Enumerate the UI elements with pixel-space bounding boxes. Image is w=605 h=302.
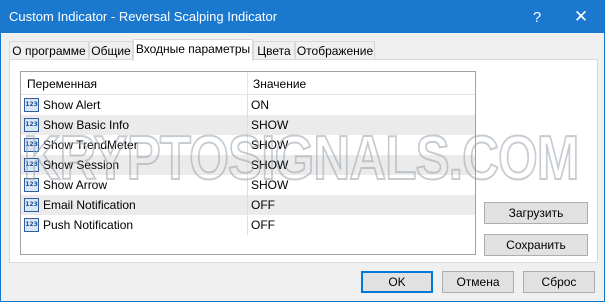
parameter-name: Push Notification <box>43 218 134 232</box>
numeric-parameter-icon: 123 <box>24 118 39 132</box>
column-header-value[interactable]: Значение <box>253 77 306 91</box>
table-row[interactable]: 123 Email Notification OFF <box>21 195 475 215</box>
column-divider[interactable] <box>247 72 248 95</box>
cancel-button[interactable]: Отмена <box>442 271 514 293</box>
row-divider <box>247 175 248 195</box>
tab-colors[interactable]: Цвета <box>253 41 295 60</box>
title-bar[interactable]: Custom Indicator - Reversal Scalping Ind… <box>1 1 604 33</box>
parameter-name: Show Alert <box>43 98 101 112</box>
dialog-window: Custom Indicator - Reversal Scalping Ind… <box>0 0 605 302</box>
numeric-parameter-icon: 123 <box>24 198 39 212</box>
table-row[interactable]: 123 Push Notification OFF <box>21 215 475 235</box>
parameter-value[interactable]: SHOW <box>251 138 288 152</box>
parameter-value[interactable]: OFF <box>251 198 275 212</box>
tab-about[interactable]: О программе <box>9 41 89 60</box>
numeric-parameter-icon: 123 <box>24 98 39 112</box>
row-divider <box>247 135 248 155</box>
table-row[interactable]: 123 Show Arrow SHOW <box>21 175 475 195</box>
table-row[interactable]: 123 Show TrendMeter SHOW <box>21 135 475 155</box>
numeric-parameter-icon: 123 <box>24 178 39 192</box>
column-header-variable[interactable]: Переменная <box>27 77 97 91</box>
parameter-name: Show Session <box>43 158 120 172</box>
parameter-value[interactable]: ON <box>251 98 269 112</box>
row-divider <box>247 195 248 215</box>
parameter-value[interactable]: OFF <box>251 218 275 232</box>
parameter-name: Show Arrow <box>43 178 108 192</box>
save-button[interactable]: Сохранить <box>484 234 588 256</box>
row-divider <box>247 115 248 135</box>
table-row[interactable]: 123 Show Basic Info SHOW <box>21 115 475 135</box>
parameters-grid: Переменная Значение 123 Show Alert ON 12… <box>20 71 476 255</box>
numeric-parameter-icon: 123 <box>24 138 39 152</box>
tab-general[interactable]: Общие <box>89 41 133 60</box>
tab-input-parameters[interactable]: Входные параметры <box>133 39 253 61</box>
parameter-value[interactable]: SHOW <box>251 158 288 172</box>
help-button[interactable]: ? <box>514 1 560 33</box>
load-button[interactable]: Загрузить <box>484 202 588 224</box>
table-row[interactable]: 123 Show Alert ON <box>21 95 475 115</box>
parameter-name: Show TrendMeter <box>43 138 138 152</box>
window-title: Custom Indicator - Reversal Scalping Ind… <box>9 9 278 24</box>
reset-button[interactable]: Сброс <box>523 271 595 293</box>
parameter-value[interactable]: SHOW <box>251 118 288 132</box>
parameter-name: Email Notification <box>43 198 136 212</box>
table-row[interactable]: 123 Show Session SHOW <box>21 155 475 175</box>
numeric-parameter-icon: 123 <box>24 158 39 172</box>
tab-display[interactable]: Отображение <box>295 41 375 60</box>
row-divider <box>247 215 248 235</box>
parameter-value[interactable]: SHOW <box>251 178 288 192</box>
row-divider <box>247 155 248 175</box>
parameter-name: Show Basic Info <box>43 118 130 132</box>
close-button[interactable]: ✕ <box>558 1 604 33</box>
ok-button[interactable]: OK <box>361 271 433 293</box>
row-divider <box>247 95 248 115</box>
numeric-parameter-icon: 123 <box>24 218 39 232</box>
grid-header: Переменная Значение <box>21 72 475 95</box>
